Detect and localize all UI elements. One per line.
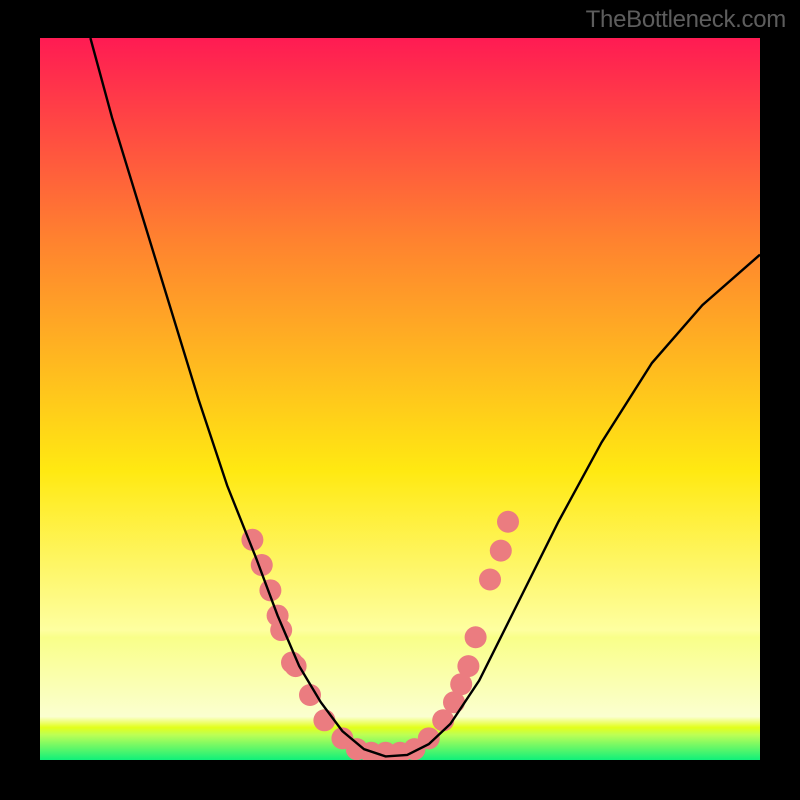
chart-svg (40, 38, 760, 760)
scatter-dot (313, 709, 335, 731)
scatter-dot (457, 655, 479, 677)
scatter-dot (490, 540, 512, 562)
watermark-text: TheBottleneck.com (586, 6, 786, 34)
scatter-dot (465, 626, 487, 648)
scatter-dots (241, 511, 519, 760)
chart-container: TheBottleneck.com (0, 0, 800, 800)
scatter-dot (497, 511, 519, 533)
curve-line (90, 38, 760, 756)
plot-area (40, 38, 760, 760)
scatter-dot (479, 569, 501, 591)
